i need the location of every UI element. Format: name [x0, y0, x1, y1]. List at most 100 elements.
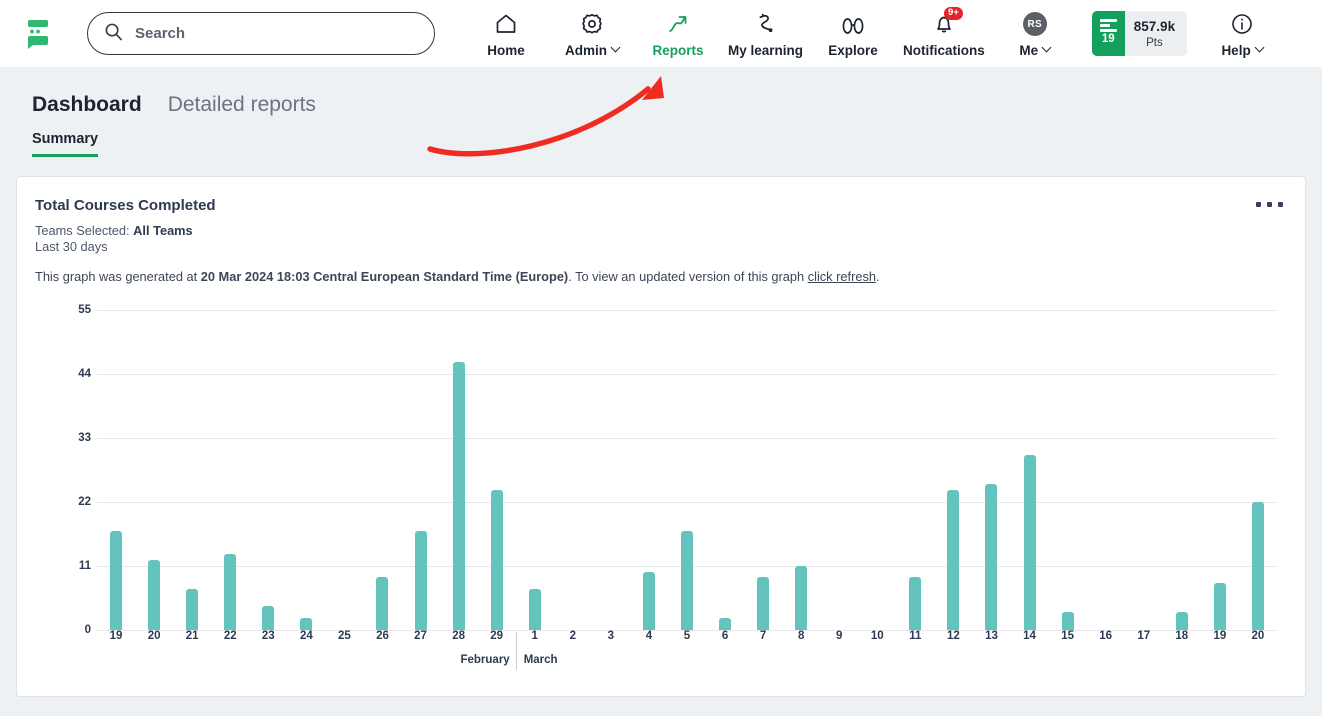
chart-bar[interactable]	[757, 577, 770, 630]
search-bar[interactable]	[87, 12, 435, 55]
chart-bar[interactable]	[680, 530, 693, 630]
chart-bar-slot[interactable]	[896, 310, 934, 630]
chevron-down-icon	[1041, 42, 1052, 53]
chart-bar[interactable]	[1023, 455, 1036, 630]
chart-bar[interactable]	[452, 362, 465, 630]
nav-label-notifications: Notifications	[903, 43, 985, 58]
chart-x-tick: 10	[870, 629, 884, 642]
page-body: Dashboard Detailed reports Summary Total…	[0, 67, 1322, 697]
chart-bar-slot[interactable]	[858, 310, 896, 630]
app-logo[interactable]	[16, 12, 60, 56]
chart-bar-slot[interactable]	[478, 310, 516, 630]
chart-bar-slot[interactable]	[1239, 310, 1277, 630]
chart-bar-slot[interactable]	[1087, 310, 1125, 630]
chart-x-tick: 13	[985, 629, 998, 642]
chart-bar[interactable]	[1175, 612, 1188, 630]
nav-items: Home Admin Reports My learning Explore 9…	[463, 7, 1078, 58]
kebab-menu-icon[interactable]	[1250, 196, 1289, 213]
chart-y-tick: 0	[84, 623, 91, 636]
chart-bar[interactable]	[490, 490, 503, 630]
nav-item-my-learning[interactable]: My learning	[721, 9, 810, 58]
nav-item-admin[interactable]: Admin	[549, 9, 635, 58]
chart-bar-slot[interactable]	[630, 310, 668, 630]
chart-x-tick: 5	[683, 629, 691, 642]
tab-dashboard[interactable]: Dashboard	[32, 93, 142, 117]
chart-bar-slot[interactable]	[249, 310, 287, 630]
chart-bar-slot[interactable]	[554, 310, 592, 630]
chart-x-tick: 23	[261, 629, 275, 642]
chart-bar[interactable]	[1251, 501, 1264, 630]
chart-area: 0 11 22 33 44 55 19 20 21 22 23 24 25 26 27 28 29 1 2 3 4 5 6…	[35, 302, 1291, 682]
nav-item-me[interactable]: RS Me	[992, 9, 1078, 58]
chart-bar-slot[interactable]	[1201, 310, 1239, 630]
chart-bar[interactable]	[414, 530, 427, 630]
chart-x-tick: 1	[531, 629, 538, 642]
chart-x-tick: 20	[1251, 629, 1265, 642]
refresh-link[interactable]: click refresh	[808, 269, 876, 284]
chart-bar-slot[interactable]	[97, 310, 135, 630]
chart-y-tick: 33	[78, 431, 91, 444]
chevron-down-icon	[1254, 42, 1265, 53]
chart-x-tick: 18	[1175, 629, 1189, 642]
chart-bar[interactable]	[110, 530, 123, 630]
chart-bar[interactable]	[148, 559, 161, 630]
chart-bar[interactable]	[1213, 583, 1226, 630]
chart-bar-slot[interactable]	[402, 310, 440, 630]
chart-bar-slot[interactable]	[440, 310, 478, 630]
chart-bar[interactable]	[909, 577, 922, 630]
chart-bar-slot[interactable]	[820, 310, 858, 630]
chart-bar[interactable]	[1061, 612, 1074, 630]
chart-bar[interactable]	[262, 606, 275, 630]
chart-bar-slot[interactable]	[744, 310, 782, 630]
chart-bar-slot[interactable]	[211, 310, 249, 630]
points-value-area: 857.9k Pts	[1125, 11, 1187, 56]
chart-bar[interactable]	[719, 618, 732, 630]
nav-item-reports[interactable]: Reports	[635, 9, 721, 58]
nav-item-home[interactable]: Home	[463, 9, 549, 58]
search-input[interactable]	[135, 25, 418, 42]
chart-bar-slot[interactable]	[972, 310, 1010, 630]
date-range: Last 30 days	[35, 239, 108, 255]
info-icon	[1230, 11, 1254, 37]
chart-bar[interactable]	[947, 490, 960, 630]
chart-bar-slot[interactable]	[668, 310, 706, 630]
chart-bar[interactable]	[186, 589, 199, 630]
nav-item-help[interactable]: Help	[1199, 9, 1285, 58]
chart-bar[interactable]	[224, 554, 237, 630]
chart-bar-slot[interactable]	[1011, 310, 1049, 630]
chart-bar[interactable]	[795, 565, 808, 630]
chart-bar[interactable]	[376, 577, 389, 630]
chart-y-tick: 11	[78, 559, 91, 572]
nav-label-home: Home	[487, 43, 525, 58]
chart-bar-slot[interactable]	[516, 310, 554, 630]
chart-bar-slot[interactable]	[592, 310, 630, 630]
chart-bar-slot[interactable]	[934, 310, 972, 630]
chart-bar-slot[interactable]	[135, 310, 173, 630]
chart-plot: 0 11 22 33 44 55	[69, 304, 1277, 636]
chart-bar-slot[interactable]	[782, 310, 820, 630]
nav-item-notifications[interactable]: 9+ Notifications	[896, 7, 992, 58]
chart-bar-slot[interactable]	[325, 310, 363, 630]
generated-note: This graph was generated at 20 Mar 2024 …	[35, 269, 1291, 284]
nav-label-reports: Reports	[652, 43, 704, 58]
chart-bar-slot[interactable]	[1049, 310, 1087, 630]
chart-bar-slot[interactable]	[1163, 310, 1201, 630]
chart-bar-slot[interactable]	[706, 310, 744, 630]
nav-item-explore[interactable]: Explore	[810, 9, 896, 58]
chart-bar[interactable]	[985, 484, 998, 630]
bell-icon: 9+	[932, 7, 963, 37]
note-suffix: .	[875, 268, 880, 284]
chart-bar-slot[interactable]	[1125, 310, 1163, 630]
chart-bar[interactable]	[642, 571, 655, 630]
chart-bar-slot[interactable]	[363, 310, 401, 630]
subtab-summary[interactable]: Summary	[32, 131, 99, 157]
chart-bar-slot[interactable]	[287, 310, 325, 630]
note-timestamp: 20 Mar 2024 18:03 Central European Stand…	[200, 268, 569, 284]
chevron-down-icon	[610, 42, 621, 53]
points-chip[interactable]: 19 857.9k Pts	[1091, 11, 1188, 56]
tab-detailed-reports[interactable]: Detailed reports	[168, 93, 316, 117]
chart-bar-slot[interactable]	[173, 310, 211, 630]
note-middle: . To view an updated version of this gra…	[568, 268, 808, 284]
chart-bar[interactable]	[300, 618, 313, 630]
chart-bar[interactable]	[528, 589, 541, 630]
